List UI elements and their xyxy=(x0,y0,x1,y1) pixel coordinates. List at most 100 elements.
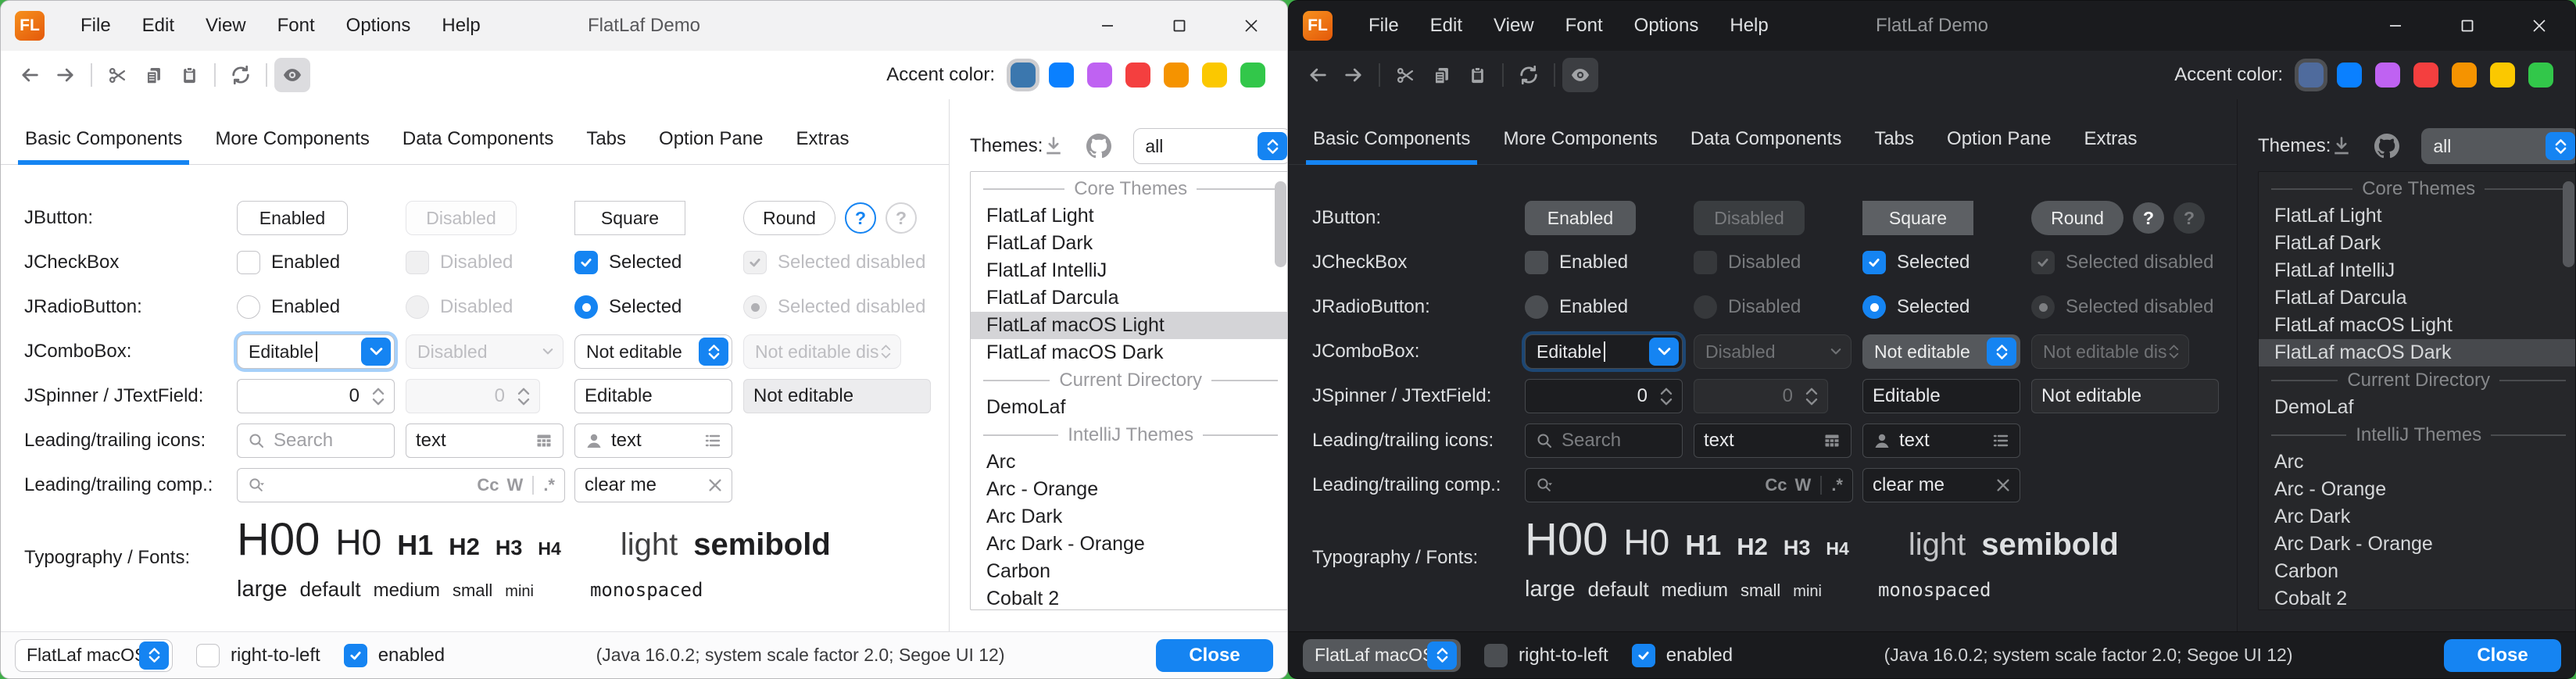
close-window-button[interactable] xyxy=(1215,1,1287,51)
enabled-checkbox[interactable]: enabled xyxy=(344,644,445,667)
download-themes-button[interactable] xyxy=(1043,135,1064,157)
radio-enabled[interactable]: Enabled xyxy=(1525,295,1694,319)
menu-file[interactable]: File xyxy=(1353,1,1415,51)
accent-swatch[interactable] xyxy=(1049,63,1074,88)
combobox-editable[interactable]: Editable xyxy=(237,334,395,369)
list-icon[interactable] xyxy=(703,431,722,450)
search-dropdown-icon[interactable] xyxy=(1535,476,1554,495)
table-icon[interactable] xyxy=(1823,431,1841,450)
search-dropdown-icon[interactable] xyxy=(247,476,266,495)
cut-button[interactable] xyxy=(99,58,135,92)
copy-button[interactable] xyxy=(135,58,171,92)
github-button[interactable] xyxy=(2374,134,2399,159)
refresh-button[interactable] xyxy=(1511,58,1547,92)
accent-swatch[interactable] xyxy=(1202,63,1227,88)
menu-options[interactable]: Options xyxy=(1619,1,1715,51)
close-button[interactable]: Close xyxy=(2444,639,2561,672)
whole-word-button[interactable]: W xyxy=(507,475,524,495)
tab-option-pane[interactable]: Option Pane xyxy=(1940,113,2058,164)
combobox-stepper-button[interactable] xyxy=(1987,338,2016,366)
theme-list-item[interactable]: DemoLaf xyxy=(2259,394,2576,421)
spinner-arrows[interactable] xyxy=(372,387,385,406)
text-field-with-table-icon[interactable]: text xyxy=(1694,423,1852,458)
square-button[interactable]: Square xyxy=(1862,201,1973,235)
enabled-checkbox[interactable]: enabled xyxy=(1632,644,1733,667)
accent-swatch[interactable] xyxy=(1125,63,1150,88)
copy-button[interactable] xyxy=(1423,58,1459,92)
text-field-with-table-icon[interactable]: text xyxy=(406,423,564,458)
theme-list-item[interactable]: FlatLaf Darcula xyxy=(2259,284,2576,312)
close-window-button[interactable] xyxy=(2503,1,2575,51)
inspect-toggle-button[interactable] xyxy=(274,58,310,92)
spinner[interactable]: 0 xyxy=(1525,379,1683,413)
checkbox-selected[interactable]: Selected xyxy=(1862,251,2031,274)
clearable-field[interactable]: clear me xyxy=(1862,468,2020,502)
radio-selected[interactable]: Selected xyxy=(574,295,743,319)
theme-list-item[interactable]: Cobalt 2 xyxy=(2259,585,2576,610)
tab-tabs[interactable]: Tabs xyxy=(579,113,633,164)
accent-swatch[interactable] xyxy=(2528,63,2553,88)
match-case-button[interactable]: Cc xyxy=(1765,475,1787,495)
accent-swatch[interactable] xyxy=(1240,63,1265,88)
clear-icon[interactable] xyxy=(1996,478,2010,492)
table-icon[interactable] xyxy=(535,431,553,450)
regex-button[interactable]: .* xyxy=(543,475,555,495)
accent-swatch[interactable] xyxy=(1011,63,1036,88)
round-button[interactable]: Round xyxy=(2031,201,2123,235)
menu-file[interactable]: File xyxy=(65,1,127,51)
github-button[interactable] xyxy=(1086,134,1111,159)
accent-swatch[interactable] xyxy=(2490,63,2515,88)
search-field-with-options[interactable]: Cc W .* xyxy=(1525,468,1853,502)
theme-list-item[interactable]: Cobalt 2 xyxy=(971,585,1288,610)
theme-list-item[interactable]: Arc Dark - Orange xyxy=(971,531,1288,558)
theme-list-item[interactable]: FlatLaf macOS Light xyxy=(971,312,1288,339)
tab-data-components[interactable]: Data Components xyxy=(1683,113,1848,164)
minimize-button[interactable] xyxy=(1072,1,1143,51)
spinner[interactable]: 0 xyxy=(237,379,395,413)
theme-list-item[interactable]: FlatLaf IntelliJ xyxy=(971,257,1288,284)
menu-help[interactable]: Help xyxy=(1714,1,1784,51)
back-button[interactable] xyxy=(1300,58,1336,92)
theme-list-item[interactable]: FlatLaf Light xyxy=(971,202,1288,230)
theme-list-item[interactable]: Arc Dark xyxy=(2259,503,2576,531)
look-and-feel-combobox[interactable]: FlatLaf macOS Li… xyxy=(15,639,173,672)
tab-extras[interactable]: Extras xyxy=(2077,113,2144,164)
tab-more-components[interactable]: More Components xyxy=(1496,113,1664,164)
theme-list-item[interactable]: Carbon xyxy=(2259,558,2576,585)
menu-help[interactable]: Help xyxy=(426,1,496,51)
accent-swatch[interactable] xyxy=(1164,63,1189,88)
match-case-button[interactable]: Cc xyxy=(477,475,499,495)
tab-option-pane[interactable]: Option Pane xyxy=(652,113,770,164)
theme-list-item[interactable]: Arc - Orange xyxy=(971,476,1288,503)
help-button[interactable]: ? xyxy=(845,202,876,234)
maximize-button[interactable] xyxy=(2431,1,2503,51)
scrollbar-thumb[interactable] xyxy=(1275,181,1286,267)
theme-list-item[interactable]: Arc Dark xyxy=(971,503,1288,531)
forward-button[interactable] xyxy=(1336,58,1372,92)
combobox-not-editable[interactable]: Not editable xyxy=(574,334,732,369)
theme-list-item[interactable]: Arc xyxy=(2259,448,2576,476)
checkbox-enabled[interactable]: Enabled xyxy=(1525,251,1694,274)
tab-extras[interactable]: Extras xyxy=(789,113,856,164)
radio-enabled[interactable]: Enabled xyxy=(237,295,406,319)
theme-list-item[interactable]: FlatLaf Dark xyxy=(2259,230,2576,257)
radio-selected[interactable]: Selected xyxy=(1862,295,2031,319)
menu-edit[interactable]: Edit xyxy=(1415,1,1478,51)
theme-list-item[interactable]: Arc - Orange xyxy=(2259,476,2576,503)
theme-list-item[interactable]: FlatLaf Light xyxy=(2259,202,2576,230)
accent-swatch[interactable] xyxy=(2299,63,2324,88)
theme-list-item[interactable]: FlatLaf Dark xyxy=(971,230,1288,257)
inspect-toggle-button[interactable] xyxy=(1562,58,1598,92)
checkbox-enabled[interactable]: Enabled xyxy=(237,251,406,274)
search-field[interactable]: Search xyxy=(237,423,395,458)
clearable-field[interactable]: clear me xyxy=(574,468,732,502)
whole-word-button[interactable]: W xyxy=(1795,475,1812,495)
theme-list-item[interactable]: FlatLaf macOS Dark xyxy=(2259,339,2576,366)
enabled-button[interactable]: Enabled xyxy=(237,201,348,235)
menu-view[interactable]: View xyxy=(190,1,262,51)
close-button[interactable]: Close xyxy=(1156,639,1273,672)
theme-list-item[interactable]: Arc Dark - Orange xyxy=(2259,531,2576,558)
square-button[interactable]: Square xyxy=(574,201,685,235)
tab-tabs[interactable]: Tabs xyxy=(1867,113,1921,164)
forward-button[interactable] xyxy=(48,58,84,92)
